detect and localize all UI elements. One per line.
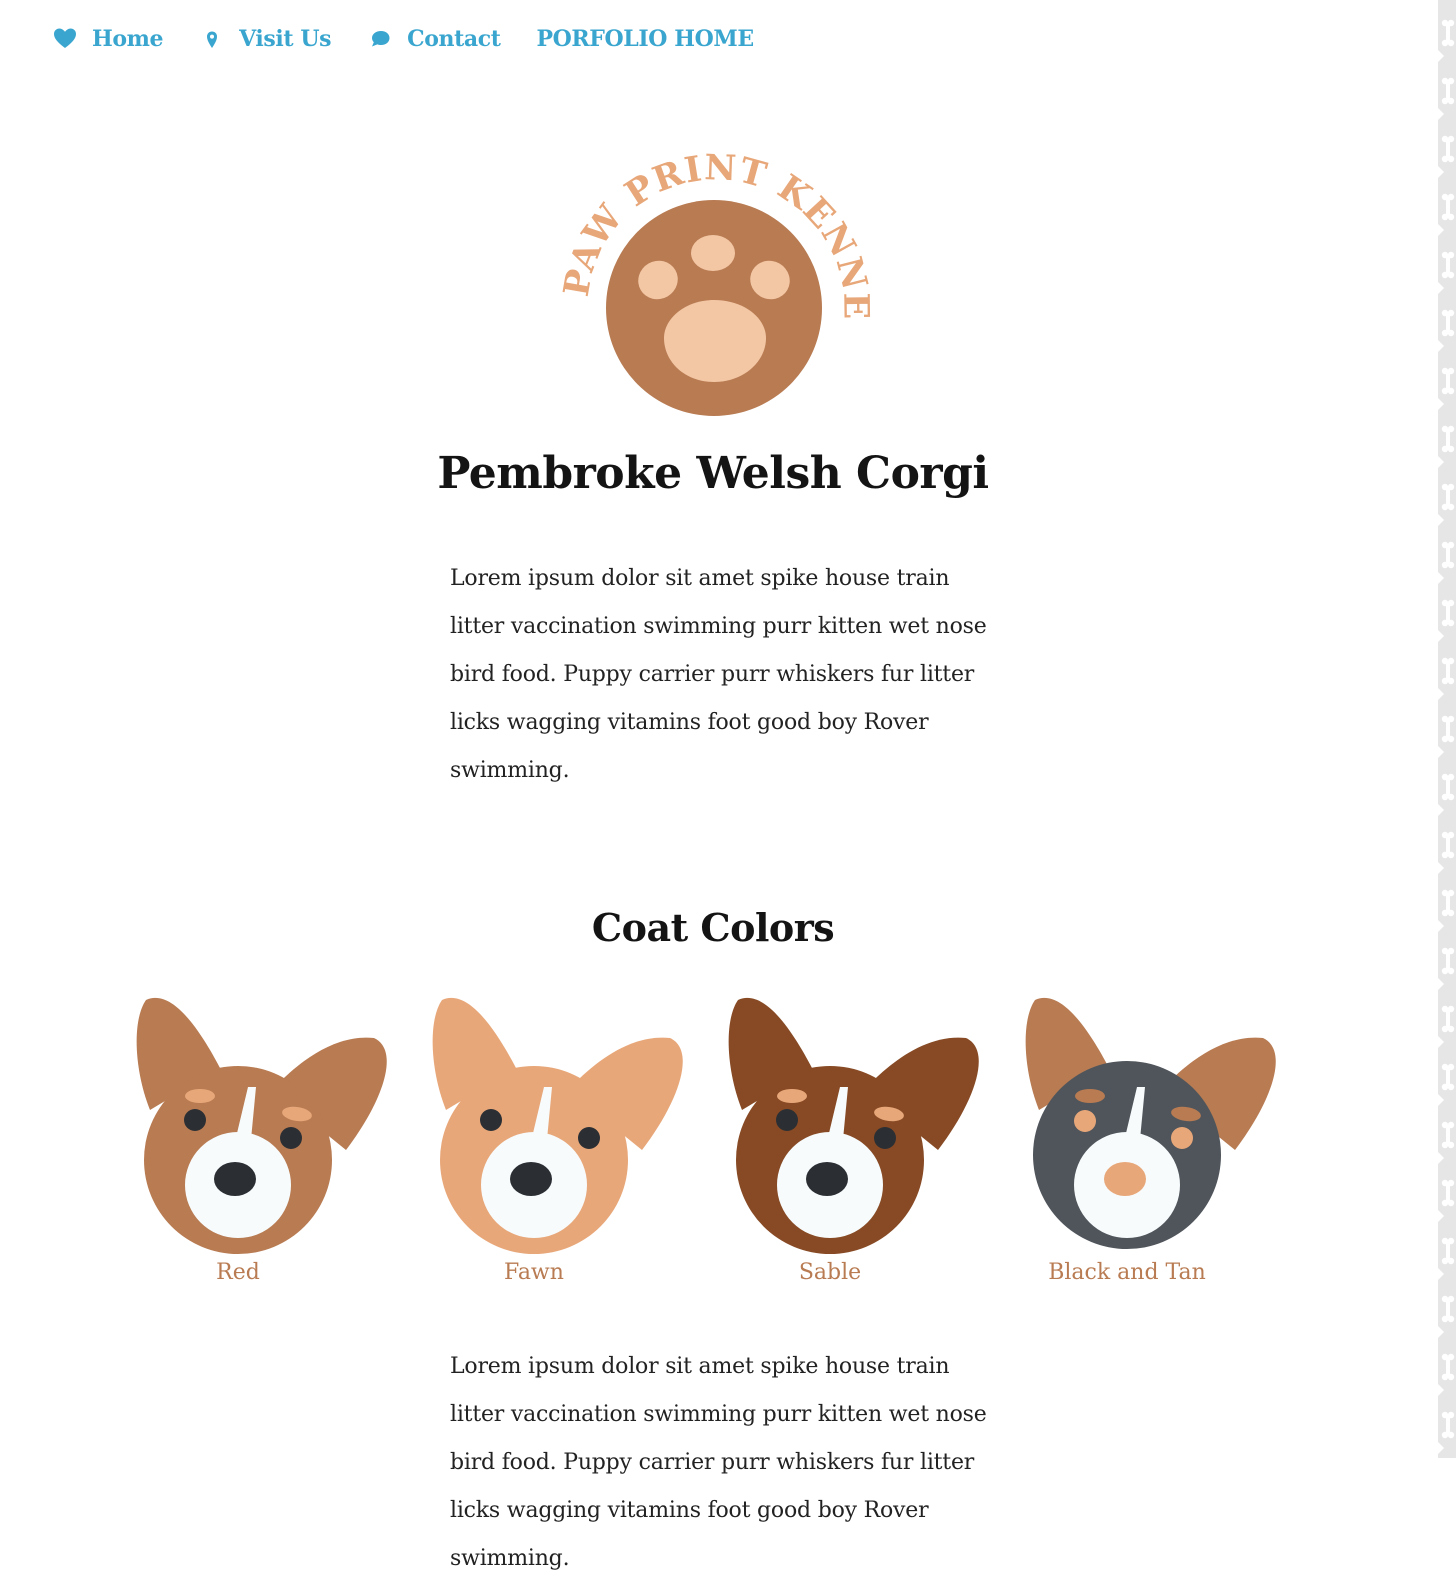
coat-card-sable: Sable: [680, 990, 980, 1300]
nav-portfolio-home-label: PORFOLIO HOME: [536, 26, 754, 52]
heart-icon: [52, 26, 78, 52]
intro-paragraph: Lorem ipsum dolor sit amet spike house t…: [450, 566, 987, 783]
paw-print-icon: [606, 200, 822, 416]
coat-colors-heading: Coat Colors: [591, 905, 835, 950]
brand-logo[interactable]: PAW PRINT KENNELS: [535, 116, 878, 428]
page-title: Pembroke Welsh Corgi: [437, 448, 989, 499]
outro-paragraph: Lorem ipsum dolor sit amet spike house t…: [450, 1354, 987, 1571]
nav-home-label: Home: [92, 26, 164, 52]
nav-portfolio-home-link[interactable]: PORFOLIO HOME: [536, 26, 754, 52]
coat-label-fawn: Fawn: [504, 1260, 564, 1285]
chat-bubble-icon: [367, 26, 393, 52]
coat-card-fawn: Fawn: [384, 990, 684, 1300]
corgi-sable-icon: [728, 997, 979, 1254]
nav-visit-us-link[interactable]: Visit Us: [199, 26, 332, 52]
coat-label-red: Red: [216, 1260, 260, 1285]
corgi-red-icon: [136, 997, 387, 1254]
coat-card-black-and-tan: Black and Tan: [977, 990, 1277, 1300]
decorative-bone-border: [1432, 0, 1456, 1458]
top-nav: Home Visit Us Contact PORFOLIO HOME: [52, 26, 754, 52]
corgi-black-and-tan-icon: [1025, 997, 1276, 1249]
nav-home-link[interactable]: Home: [52, 26, 164, 52]
map-pin-icon: [199, 26, 225, 52]
nav-contact-label: Contact: [407, 26, 501, 52]
nav-visit-us-label: Visit Us: [239, 26, 332, 52]
coat-label-sable: Sable: [798, 1260, 862, 1285]
corgi-fawn-icon: [432, 997, 683, 1254]
coat-card-red: Red: [88, 990, 388, 1300]
nav-contact-link[interactable]: Contact: [367, 26, 501, 52]
coat-label-black-and-tan: Black and Tan: [1048, 1260, 1206, 1285]
